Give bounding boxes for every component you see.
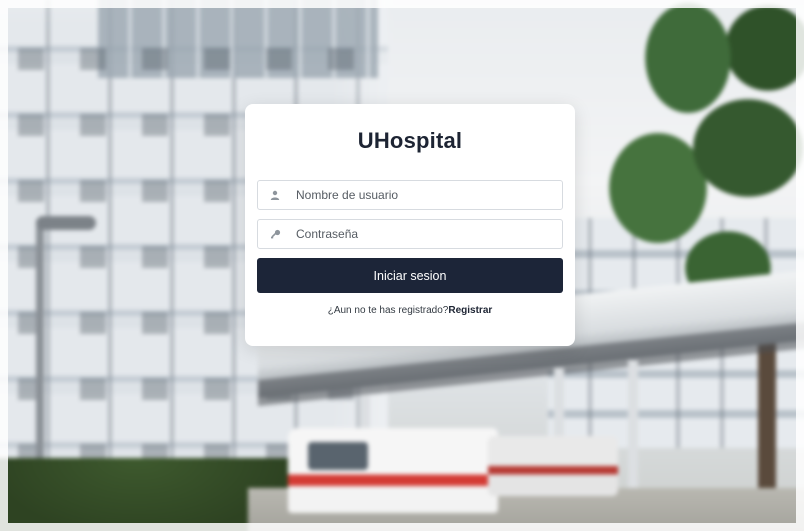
- login-page: UHospital Iniciar sesion ¿Au: [0, 0, 804, 531]
- username-field[interactable]: [257, 180, 563, 210]
- login-button[interactable]: Iniciar sesion: [257, 258, 563, 293]
- app-title: UHospital: [357, 128, 463, 153]
- register-link[interactable]: Registrar: [448, 305, 492, 316]
- register-prompt-text: ¿Aun no te has registrado?: [327, 305, 449, 316]
- password-field[interactable]: [257, 219, 563, 249]
- password-input[interactable]: [292, 221, 562, 247]
- username-input[interactable]: [292, 182, 562, 208]
- user-icon: [258, 190, 292, 200]
- key-icon: [258, 229, 292, 240]
- login-card: UHospital Iniciar sesion ¿Au: [245, 104, 575, 346]
- register-prompt: ¿Aun no te has registrado?Registrar: [257, 305, 563, 316]
